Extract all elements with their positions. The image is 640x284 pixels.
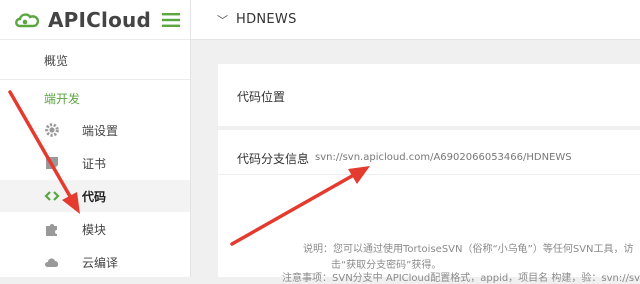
chevron-down-icon[interactable]: ﹀ (217, 12, 228, 28)
svn-url[interactable]: svn://svn.apicloud.com/A6902066053466/HD… (315, 152, 572, 163)
code-location-panel: 代码位置 (218, 64, 640, 126)
project-name[interactable]: HDNEWS (236, 12, 297, 27)
sidebar: APICloud 概览 端开发 端设置 证书 代码 模块 云编译 (0, 0, 191, 277)
panel-divider (218, 174, 640, 175)
sidebar-item-code[interactable]: 代码 (0, 180, 190, 212)
gear-icon (44, 122, 60, 138)
sidebar-item-dev[interactable]: 端开发 (0, 82, 190, 114)
brand-bar: APICloud (0, 0, 190, 40)
sidebar-item-cloud-build[interactable]: 云编译 (0, 246, 190, 278)
certificate-icon (44, 155, 60, 171)
sidebar-item-label: 概览 (44, 53, 69, 68)
branch-info-label: 代码分支信息 (237, 152, 310, 166)
cloud-icon (44, 254, 60, 270)
sidebar-item-label: 端开发 (44, 91, 81, 106)
puzzle-icon (44, 221, 60, 237)
code-location-label: 代码位置 (237, 90, 286, 104)
sidebar-item-modules[interactable]: 模块 (0, 213, 190, 245)
sidebar-item-label: 模块 (82, 222, 107, 237)
top-header: ﹀ HDNEWS (191, 0, 640, 40)
sidebar-item-settings[interactable]: 端设置 (0, 114, 190, 146)
sidebar-item-certificate[interactable]: 证书 (0, 147, 190, 179)
sidebar-item-label: 端设置 (82, 123, 119, 138)
sidebar-item-label: 代码 (82, 189, 107, 204)
description-line-1: 说明：您可以通过使用TortoiseSVN（俗称“小乌龟”）等任何SVN工具，访 (303, 244, 634, 255)
sidebar-item-overview[interactable]: 概览 (0, 44, 190, 76)
sidebar-item-label: 云编译 (82, 255, 119, 270)
brand-name: APICloud (48, 7, 152, 32)
hamburger-menu-icon[interactable] (162, 12, 180, 27)
apicloud-logo-icon (15, 12, 40, 27)
sidebar-item-label: 证书 (82, 156, 107, 171)
code-icon (44, 188, 60, 204)
sidebar-divider (0, 79, 190, 80)
